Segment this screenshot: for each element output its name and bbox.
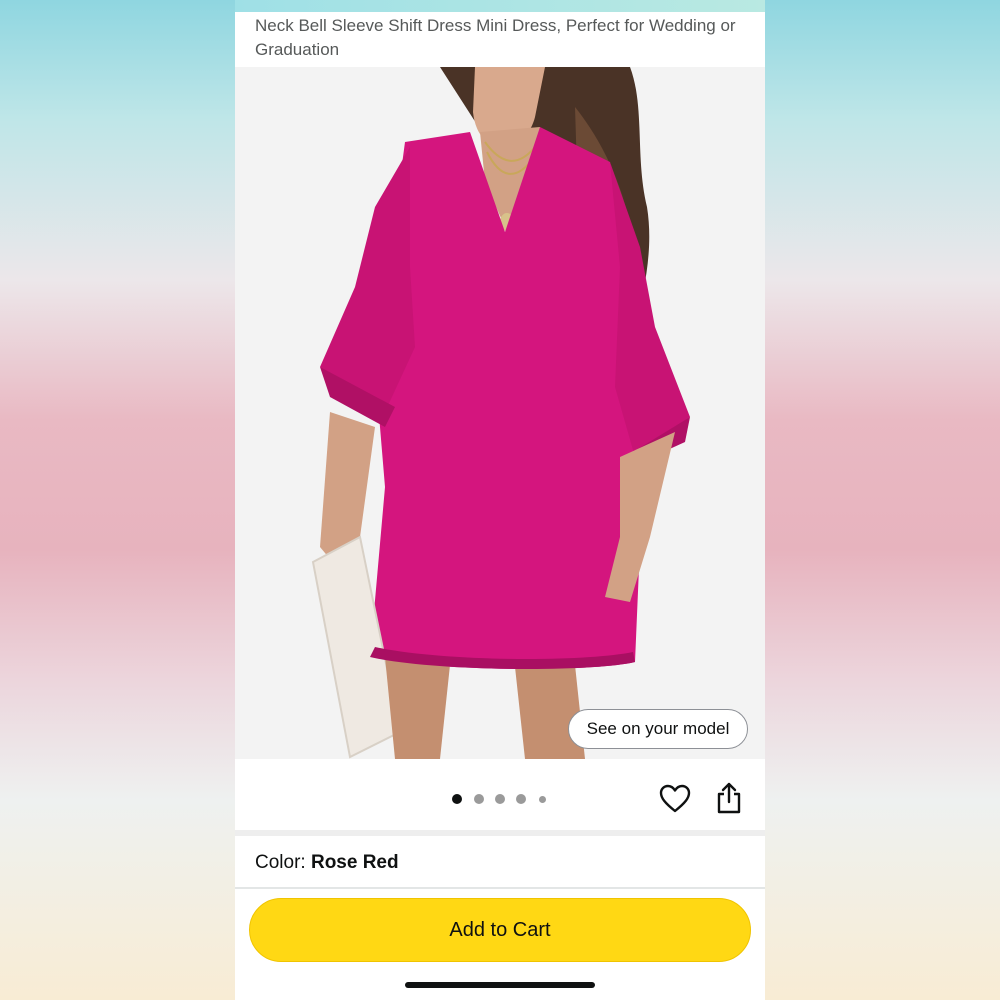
see-on-model-button[interactable]: See on your model — [568, 709, 748, 749]
carousel-dot-5[interactable] — [539, 796, 546, 803]
carousel-controls — [235, 760, 765, 830]
heart-icon[interactable] — [659, 784, 691, 814]
home-indicator — [405, 982, 595, 988]
color-selection: Color: Rose Red — [255, 852, 399, 874]
share-icon[interactable] — [716, 782, 742, 814]
color-label: Color: — [255, 852, 311, 873]
status-strip — [235, 0, 765, 12]
section-divider-thin — [235, 887, 765, 889]
section-divider — [235, 830, 765, 836]
color-value: Rose Red — [310, 852, 399, 873]
add-to-cart-button[interactable]: Add to Cart — [249, 898, 751, 962]
product-photo — [311, 67, 690, 759]
carousel-dot-1[interactable] — [452, 794, 462, 804]
carousel-dot-4[interactable] — [516, 794, 526, 804]
product-page: Neck Bell Sleeve Shift Dress Mini Dress,… — [235, 0, 765, 1000]
product-title: Neck Bell Sleeve Shift Dress Mini Dress,… — [255, 16, 736, 59]
carousel-dot-2[interactable] — [474, 794, 484, 804]
carousel-dot-3[interactable] — [495, 794, 505, 804]
product-image-carousel[interactable]: See on your model — [235, 67, 765, 759]
